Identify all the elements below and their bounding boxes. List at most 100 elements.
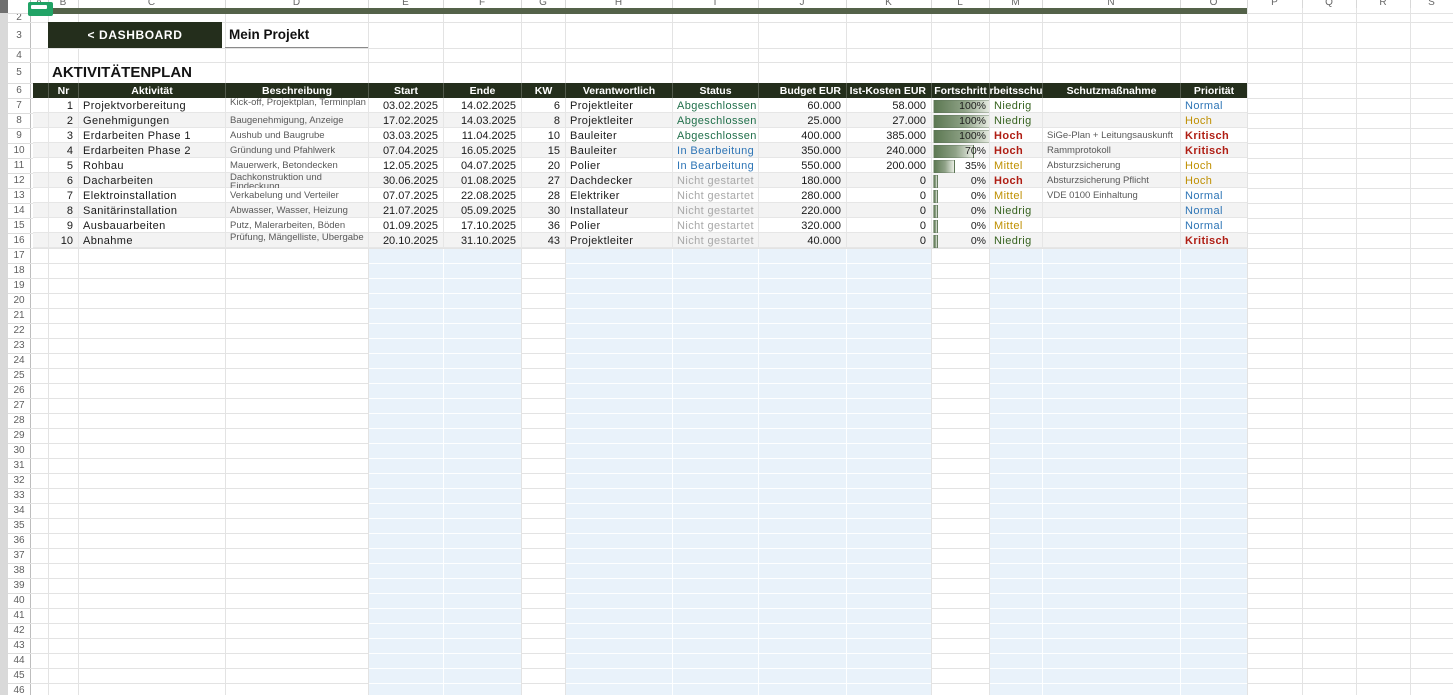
row-header-number[interactable]: 12 (8, 173, 30, 188)
cell-ende[interactable]: 17.10.2025 (443, 218, 521, 233)
cell-start[interactable]: 21.07.2025 (368, 203, 443, 218)
cell-ist_kosten[interactable]: 0 (846, 218, 931, 233)
row-header-number[interactable]: 33 (8, 488, 30, 503)
cell-start[interactable]: 07.04.2025 (368, 143, 443, 158)
cell-nr[interactable]: 3 (48, 128, 78, 143)
cell-schutzmassnahme[interactable]: Absturzsicherung Pflicht (1042, 173, 1180, 188)
cell-arbeitsschutz[interactable]: Hoch (989, 128, 1042, 143)
cell-kw[interactable]: 27 (521, 173, 565, 188)
cell-kw[interactable]: 10 (521, 128, 565, 143)
cell-kw[interactable]: 36 (521, 218, 565, 233)
row-header-number[interactable]: 46 (8, 683, 30, 695)
cell-arbeitsschutz[interactable]: Mittel (989, 188, 1042, 203)
header-arbeitsschutz[interactable]: rbeitsschu (989, 83, 1042, 98)
cell-ende[interactable]: 11.04.2025 (443, 128, 521, 143)
cell-ist_kosten[interactable]: 27.000 (846, 113, 931, 128)
cell-prioritaet[interactable]: Kritisch (1180, 128, 1247, 143)
cell-prioritaet[interactable]: Kritisch (1180, 233, 1247, 248)
cell-fortschritt[interactable]: 0% (931, 173, 989, 188)
row-header-number[interactable]: 31 (8, 458, 30, 473)
row-header-number[interactable]: 24 (8, 353, 30, 368)
cell-kw[interactable]: 15 (521, 143, 565, 158)
row-header-number[interactable]: 40 (8, 593, 30, 608)
cell-beschreibung[interactable]: Putz, Malerarbeiten, Böden (225, 218, 368, 233)
cell-prioritaet[interactable]: Hoch (1180, 173, 1247, 188)
cell-aktivitaet[interactable]: Sanitärinstallation (78, 203, 225, 218)
cell-schutzmassnahme[interactable] (1042, 203, 1180, 218)
row-header-number[interactable]: 7 (8, 98, 30, 113)
cell-arbeitsschutz[interactable]: Niedrig (989, 113, 1042, 128)
cell-status[interactable]: Nicht gestartet (672, 203, 758, 218)
row-header-number[interactable]: 29 (8, 428, 30, 443)
cell-budget[interactable]: 400.000 (758, 128, 846, 143)
row-header-number[interactable]: 6 (8, 83, 30, 98)
row-header-number[interactable]: 9 (8, 128, 30, 143)
row-header-number[interactable]: 39 (8, 578, 30, 593)
row-header-number[interactable]: 35 (8, 518, 30, 533)
cell-start[interactable]: 03.02.2025 (368, 98, 443, 113)
project-title-cell[interactable]: Mein Projekt (225, 22, 368, 48)
cell-beschreibung[interactable]: Dachkonstruktion und Eindeckung (225, 173, 368, 188)
cell-status[interactable]: Abgeschlossen (672, 98, 758, 113)
row-header-number[interactable]: 21 (8, 308, 30, 323)
row-header-number[interactable]: 3 (8, 22, 30, 48)
cell-fortschritt[interactable]: 100% (931, 98, 989, 113)
row-header-number[interactable]: 25 (8, 368, 30, 383)
header-aktivitaet[interactable]: Aktivität (78, 83, 225, 98)
cell-ende[interactable]: 16.05.2025 (443, 143, 521, 158)
cell-start[interactable]: 17.02.2025 (368, 113, 443, 128)
cell-verantwortlich[interactable]: Polier (565, 218, 672, 233)
column-header-letter[interactable]: O (1180, 0, 1247, 8)
cell-start[interactable]: 20.10.2025 (368, 233, 443, 248)
cell-ende[interactable]: 01.08.2025 (443, 173, 521, 188)
column-header-letter[interactable]: R (1356, 0, 1410, 8)
cell-verantwortlich[interactable]: Bauleiter (565, 143, 672, 158)
cell-start[interactable]: 01.09.2025 (368, 218, 443, 233)
cell-prioritaet[interactable]: Hoch (1180, 113, 1247, 128)
header-budget[interactable]: Budget EUR (758, 83, 846, 98)
row-header-number[interactable]: 17 (8, 248, 30, 263)
cell-nr[interactable]: 5 (48, 158, 78, 173)
cell-budget[interactable]: 280.000 (758, 188, 846, 203)
cell-beschreibung[interactable]: Baugenehmigung, Anzeige (225, 113, 368, 128)
row-header-number[interactable]: 41 (8, 608, 30, 623)
column-header-letter[interactable]: D (225, 0, 368, 8)
cell-schutzmassnahme[interactable] (1042, 98, 1180, 113)
cell-status[interactable]: In Bearbeitung (672, 143, 758, 158)
cell-beschreibung[interactable]: Aushub und Baugrube (225, 128, 368, 143)
header-ist_kosten[interactable]: Ist-Kosten EUR (846, 83, 931, 98)
row-header-number[interactable]: 36 (8, 533, 30, 548)
header-status[interactable]: Status (672, 83, 758, 98)
row-header-number[interactable]: 8 (8, 113, 30, 128)
column-header-letter[interactable]: I (672, 0, 758, 8)
cell-fortschritt[interactable]: 70% (931, 143, 989, 158)
row-header-number[interactable]: 15 (8, 218, 30, 233)
cell-fortschritt[interactable]: 0% (931, 188, 989, 203)
cell-kw[interactable]: 20 (521, 158, 565, 173)
cell-ist_kosten[interactable]: 58.000 (846, 98, 931, 113)
row-header-number[interactable]: 4 (8, 48, 30, 62)
cell-prioritaet[interactable]: Hoch (1180, 158, 1247, 173)
cell-ende[interactable]: 14.02.2025 (443, 98, 521, 113)
cell-nr[interactable]: 6 (48, 173, 78, 188)
cell-start[interactable]: 03.03.2025 (368, 128, 443, 143)
row-header-number[interactable]: 37 (8, 548, 30, 563)
cell-nr[interactable]: 9 (48, 218, 78, 233)
cell-fortschritt[interactable]: 100% (931, 128, 989, 143)
column-header-letter[interactable]: K (846, 0, 931, 8)
column-header-letter[interactable]: F (443, 0, 521, 8)
cell-ende[interactable]: 14.03.2025 (443, 113, 521, 128)
cell-ende[interactable]: 31.10.2025 (443, 233, 521, 248)
cell-fortschritt[interactable]: 100% (931, 113, 989, 128)
cell-status[interactable]: In Bearbeitung (672, 158, 758, 173)
cell-ende[interactable]: 04.07.2025 (443, 158, 521, 173)
cell-ende[interactable]: 05.09.2025 (443, 203, 521, 218)
row-header-number[interactable]: 19 (8, 278, 30, 293)
cell-nr[interactable]: 2 (48, 113, 78, 128)
column-header-letter[interactable]: N (1042, 0, 1180, 8)
cell-status[interactable]: Nicht gestartet (672, 233, 758, 248)
header-kw[interactable]: KW (521, 83, 565, 98)
cell-fortschritt[interactable]: 0% (931, 218, 989, 233)
cell-kw[interactable]: 30 (521, 203, 565, 218)
cell-start[interactable]: 30.06.2025 (368, 173, 443, 188)
